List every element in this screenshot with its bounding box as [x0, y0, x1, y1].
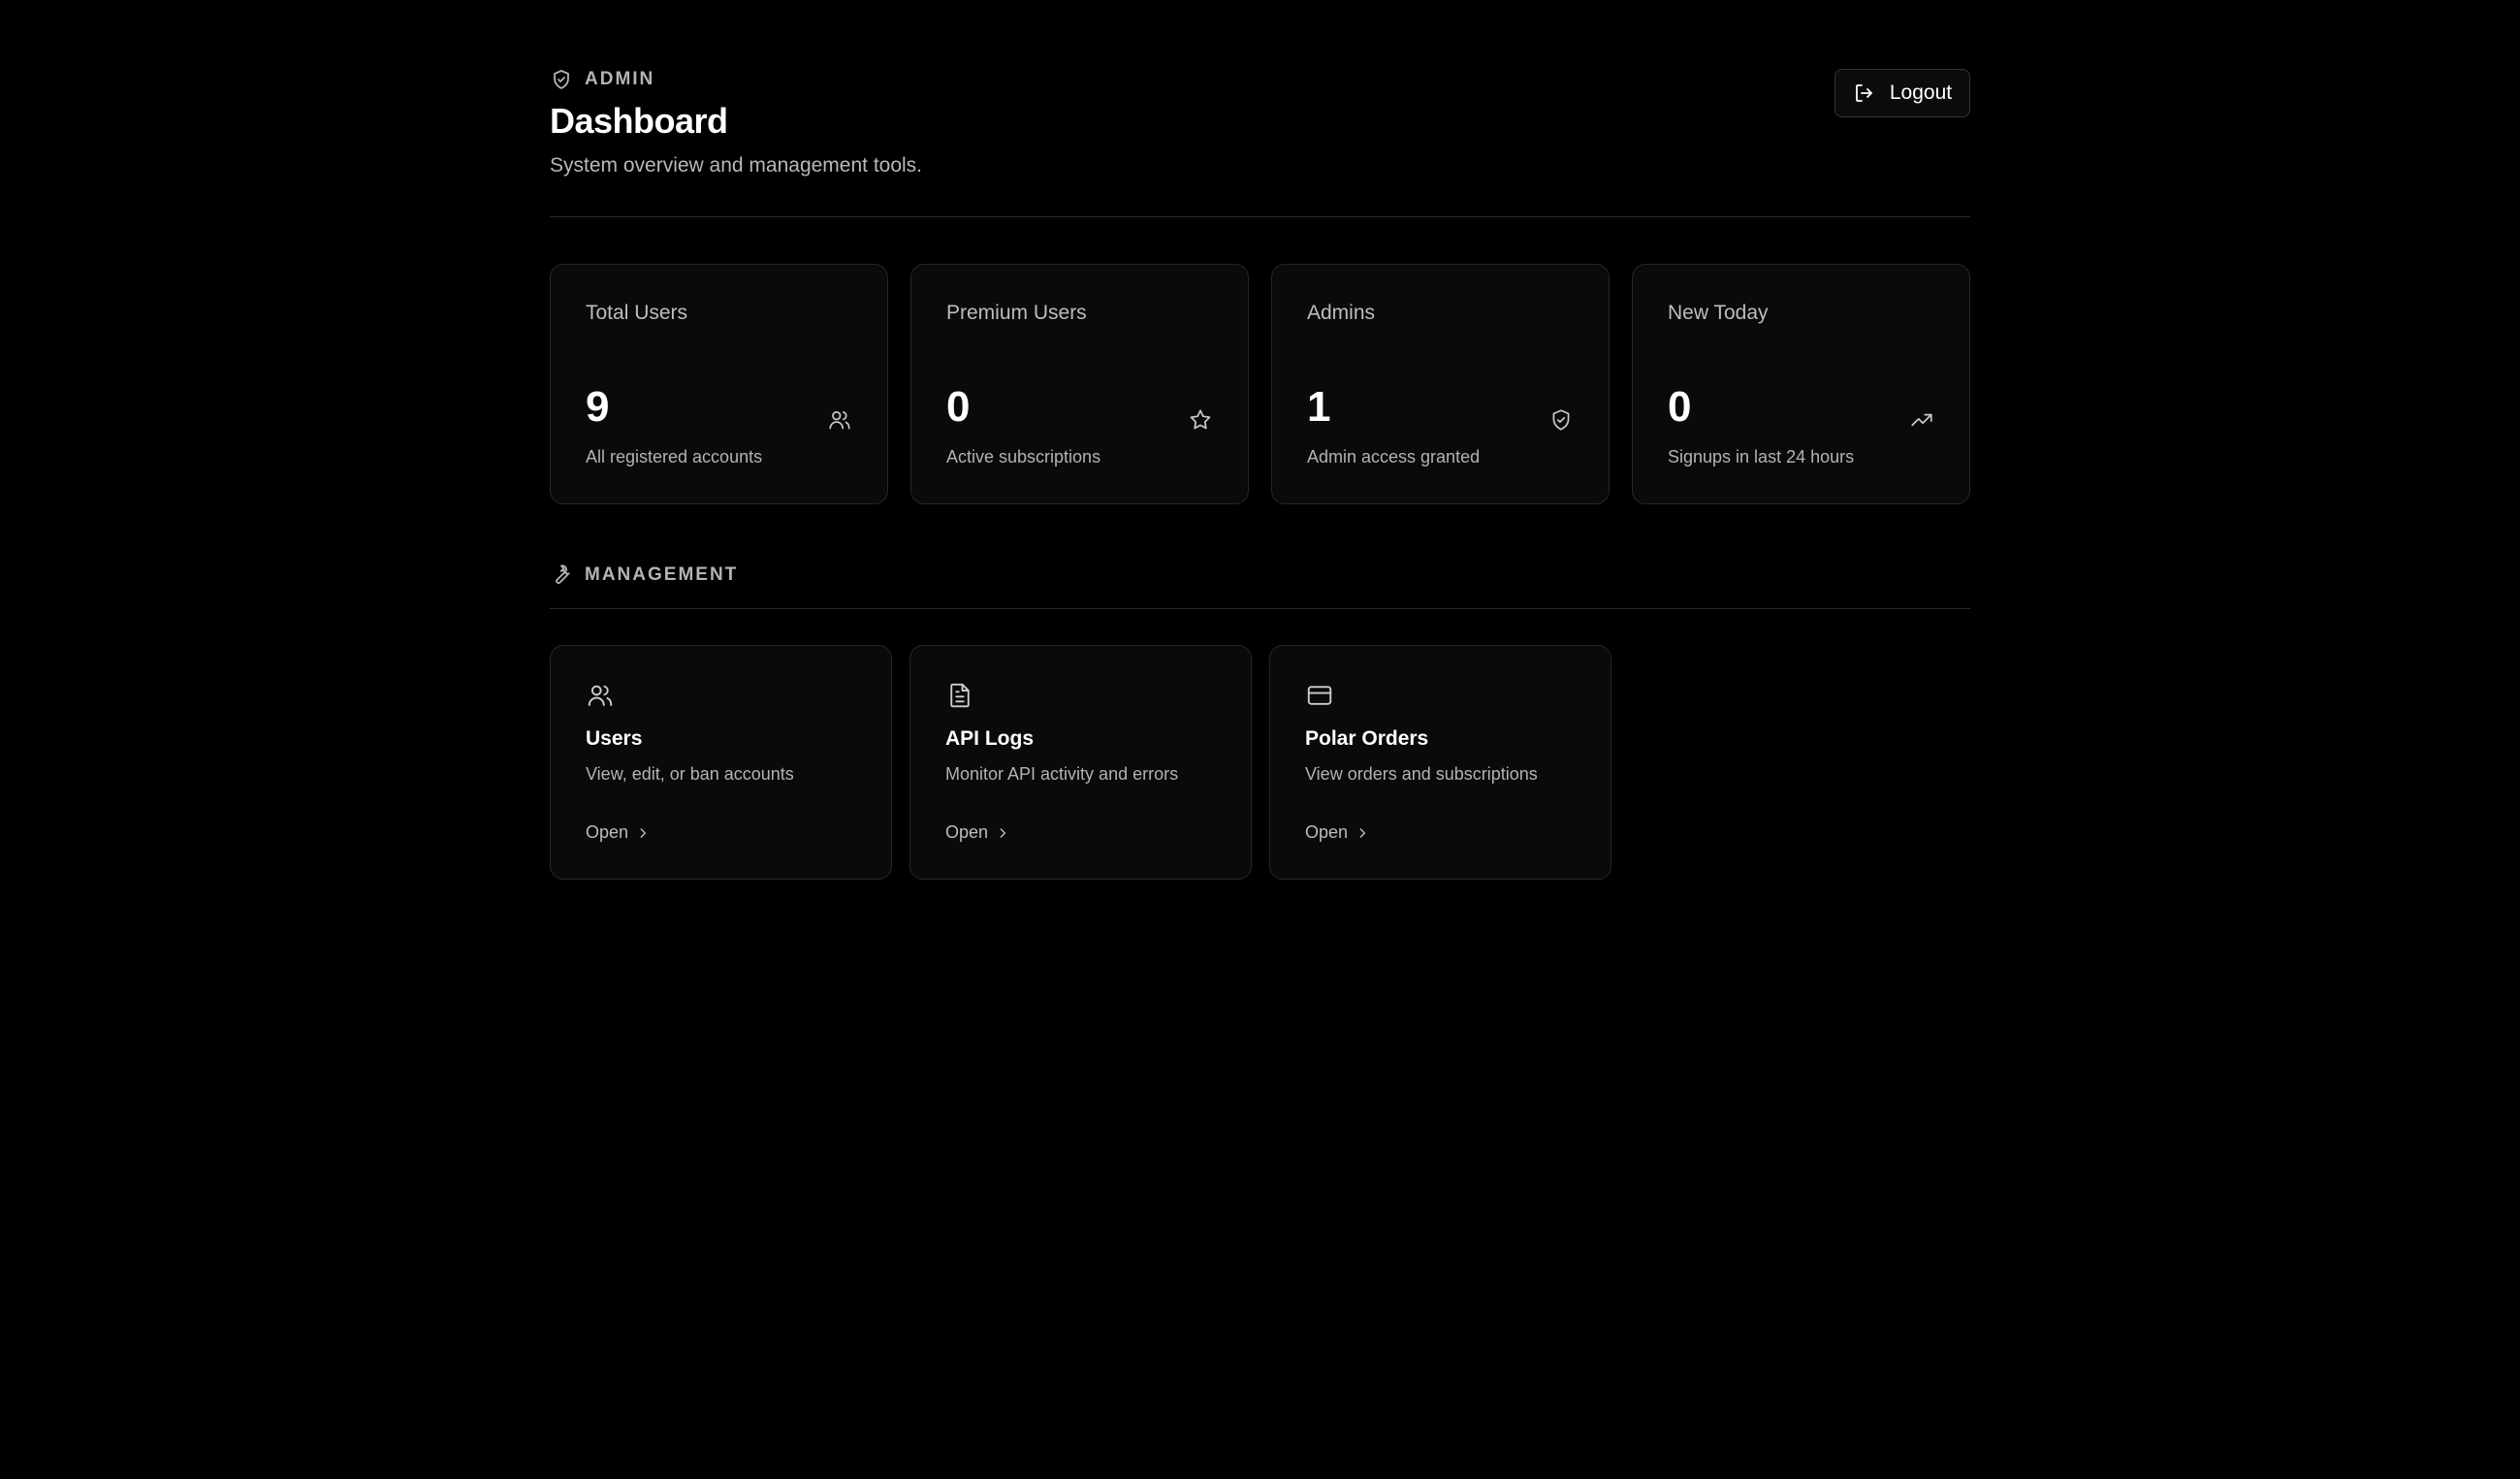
file-text-icon	[945, 681, 974, 710]
logout-icon	[1855, 84, 1872, 102]
management-grid: Users View, edit, or ban accounts Open A…	[550, 645, 1970, 880]
open-label: Open	[586, 822, 629, 842]
open-label: Open	[945, 822, 989, 842]
trending-up-icon	[1909, 407, 1934, 433]
stat-description: Signups in last 24 hours	[1668, 447, 1855, 466]
stat-card-premium-users: Premium Users 0 Active subscriptions	[910, 264, 1249, 504]
stat-label: Premium Users	[946, 302, 1087, 324]
wrench-icon	[556, 564, 570, 584]
stat-value: 1	[1307, 383, 1331, 431]
admin-page: ADMIN Dashboard System overview and mana…	[550, 0, 1970, 880]
stat-card-admins: Admins 1 Admin access granted	[1271, 264, 1610, 504]
users-icon	[586, 681, 615, 710]
card-description: View, edit, or ban accounts	[586, 764, 794, 784]
stat-label: Admins	[1307, 302, 1376, 324]
card-description: View orders and subscriptions	[1305, 764, 1538, 784]
management-card-api-logs[interactable]: API Logs Monitor API activity and errors…	[909, 645, 1252, 880]
open-label: Open	[1305, 822, 1349, 842]
management-heading: MANAGEMENT	[585, 564, 739, 585]
card-title: API Logs	[945, 727, 1035, 750]
open-link[interactable]: Open	[586, 822, 650, 843]
admin-eyebrow: ADMIN	[550, 68, 654, 91]
stat-value: 0	[946, 383, 971, 431]
page-header: ADMIN Dashboard System overview and mana…	[550, 0, 1970, 217]
stat-value: 0	[1668, 383, 1692, 431]
users-icon	[827, 407, 852, 433]
shield-check-icon	[554, 70, 569, 89]
logout-button[interactable]: Logout	[1834, 69, 1970, 117]
management-card-users[interactable]: Users View, edit, or ban accounts Open	[550, 645, 892, 880]
shield-check-icon	[1548, 407, 1574, 433]
stat-card-new-today: New Today 0 Signups in last 24 hours	[1632, 264, 1970, 504]
stat-label: New Today	[1668, 302, 1769, 324]
page-title: Dashboard	[550, 101, 728, 141]
chevron-right-icon	[1000, 827, 1006, 838]
card-title: Polar Orders	[1305, 727, 1429, 750]
stat-label: Total Users	[586, 302, 688, 324]
card-title: Users	[586, 727, 643, 750]
open-link[interactable]: Open	[1305, 822, 1369, 843]
logout-label: Logout	[1889, 81, 1953, 104]
stat-card-total-users: Total Users 9 All registered accounts	[550, 264, 888, 504]
eyebrow-label: ADMIN	[585, 69, 655, 89]
stats-grid: Total Users 9 All registered accounts Pr…	[550, 264, 1970, 504]
page-subtitle: System overview and management tools.	[550, 154, 923, 177]
stat-value: 9	[586, 383, 610, 431]
star-icon	[1188, 407, 1213, 433]
stat-description: All registered accounts	[586, 447, 763, 466]
chevron-right-icon	[640, 827, 647, 838]
management-card-polar-orders[interactable]: Polar Orders View orders and subscriptio…	[1269, 645, 1611, 880]
management-section-header: MANAGEMENT	[550, 561, 1970, 609]
chevron-right-icon	[1359, 827, 1366, 838]
stat-description: Active subscriptions	[946, 447, 1101, 466]
stat-description: Admin access granted	[1307, 447, 1481, 466]
credit-card-icon	[1305, 681, 1334, 710]
card-description: Monitor API activity and errors	[945, 764, 1179, 784]
open-link[interactable]: Open	[945, 822, 1009, 843]
